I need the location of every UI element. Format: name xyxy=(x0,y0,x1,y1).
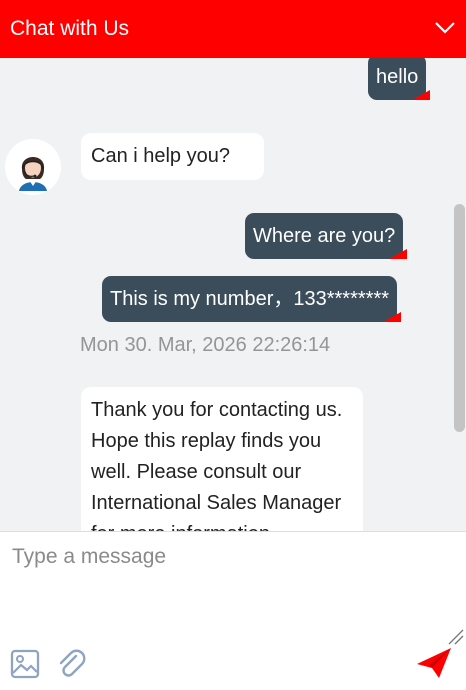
paper-plane-send-icon[interactable] xyxy=(415,646,455,682)
chevron-down-icon[interactable] xyxy=(434,20,456,36)
message-text: Where are you? xyxy=(253,225,396,247)
user-message: hello xyxy=(368,58,431,100)
paperclip-icon[interactable] xyxy=(55,648,87,680)
agent-message: Can i help you? xyxy=(81,133,264,180)
message-text: This is my number，133******** xyxy=(110,288,390,310)
agent-avatar xyxy=(5,139,61,195)
user-message: Where are you? xyxy=(245,213,408,259)
scrollbar[interactable] xyxy=(454,204,465,432)
message-text: Can i help you? xyxy=(91,145,230,167)
message-composer xyxy=(0,531,466,690)
chat-title: Chat with Us xyxy=(10,17,130,40)
user-message: This is my number，133******** xyxy=(102,276,402,322)
agent-message: Thank you for contacting us. Hope this r… xyxy=(81,387,363,531)
chat-header: Chat with Us xyxy=(0,0,466,58)
message-list[interactable]: hello Can i help you? Where are you? Thi… xyxy=(0,58,466,531)
chat-widget: Chat with Us hello Can i help you? Where… xyxy=(0,0,466,690)
image-icon[interactable] xyxy=(10,649,40,679)
resize-handle-icon[interactable] xyxy=(447,628,465,646)
message-timestamp: Mon 30. Mar, 2026 22:26:14 xyxy=(80,334,331,356)
agent-avatar-image xyxy=(5,139,61,195)
message-input[interactable] xyxy=(10,544,454,570)
message-text: Thank you for contacting us. Hope this r… xyxy=(91,399,343,531)
message-text: hello xyxy=(376,66,419,88)
